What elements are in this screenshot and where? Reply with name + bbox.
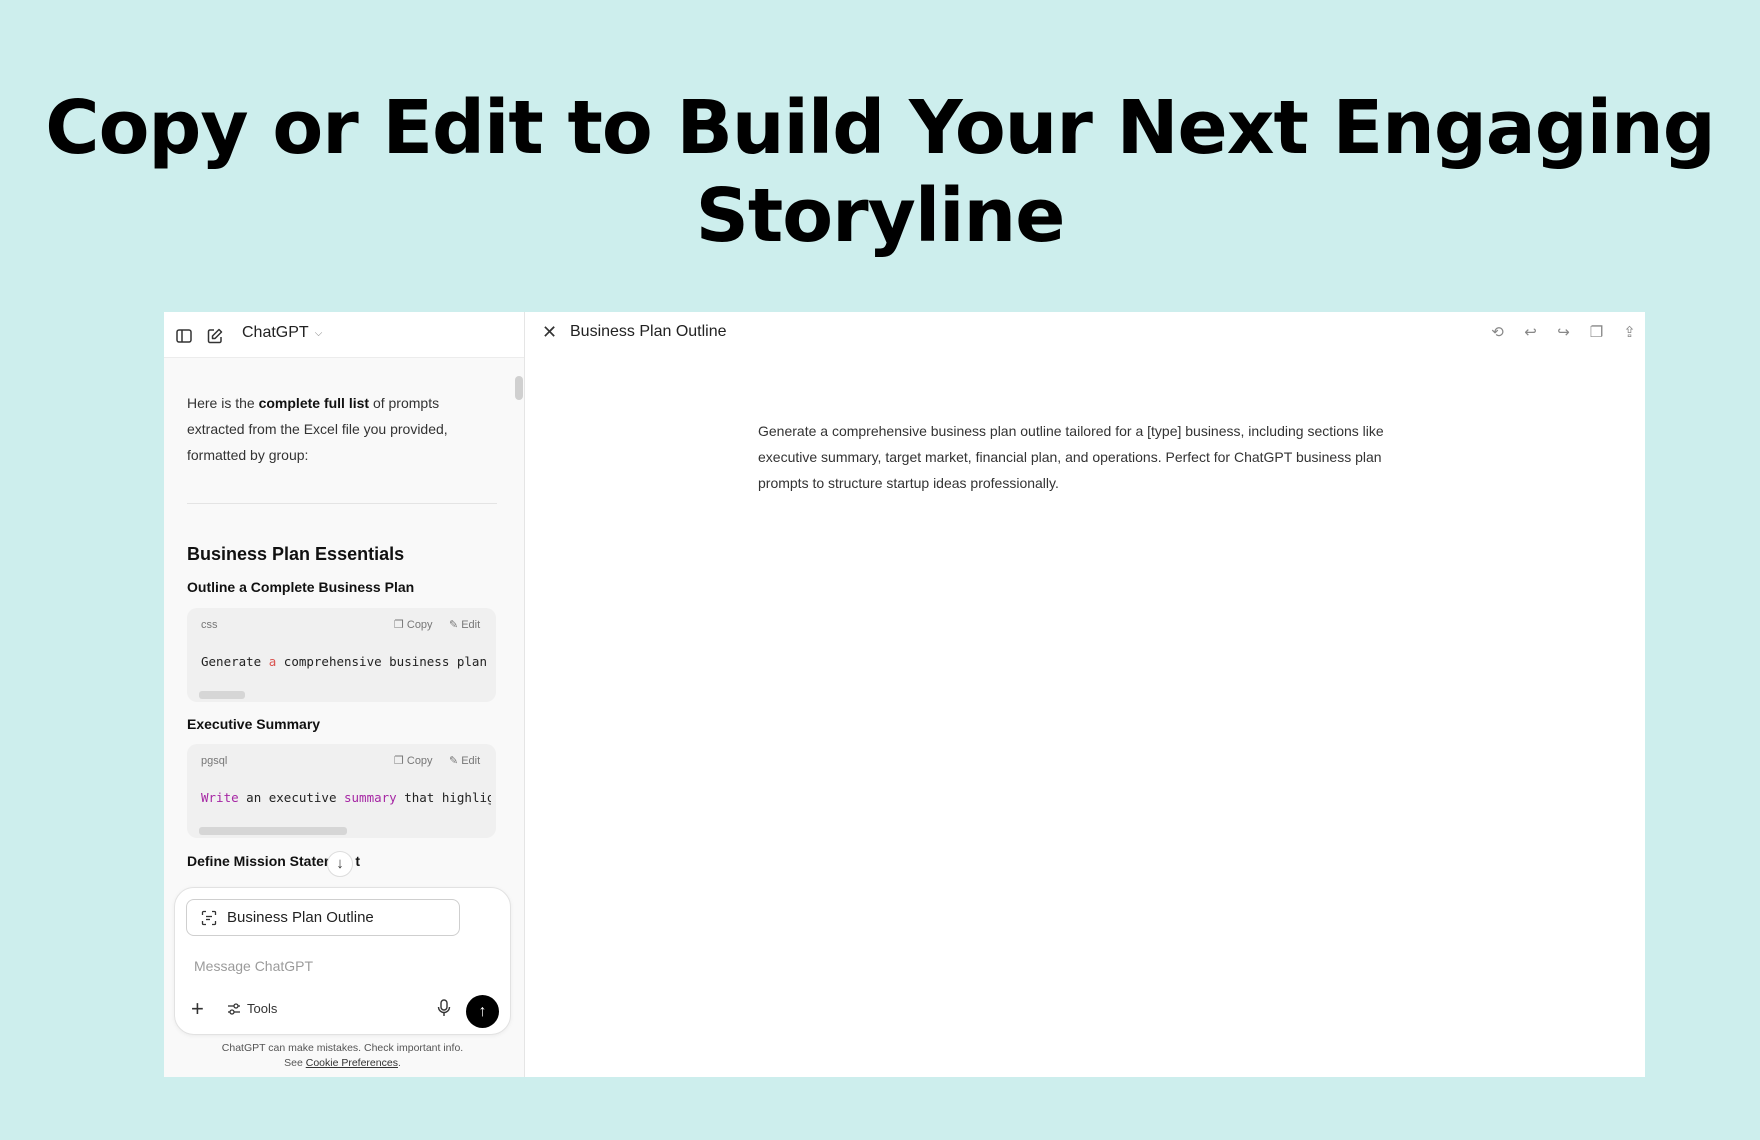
add-attachment-icon[interactable]: +	[191, 998, 204, 1020]
chatgpt-window: ChatGPT ⌵ Here is the complete full list…	[164, 312, 1645, 1077]
tools-label: Tools	[247, 1001, 278, 1016]
scrollbar-thumb[interactable]	[515, 376, 523, 400]
cookie-preferences-link[interactable]: Cookie Preferences	[306, 1057, 398, 1069]
sidebar-header: ChatGPT ⌵	[164, 312, 524, 358]
arrow-down-icon: ↓	[336, 855, 344, 872]
code-token: comprehensive business plan	[276, 654, 487, 669]
copy-icon: ❐	[394, 619, 404, 631]
assistant-intro: Here is the complete full list of prompt…	[187, 390, 497, 468]
code-line: Generate a comprehensive business plan	[201, 654, 491, 669]
arrow-up-icon: ↑	[478, 1003, 487, 1020]
canvas-focus-icon	[201, 910, 217, 925]
sliders-icon	[228, 1002, 240, 1015]
copy-label: Copy	[406, 754, 433, 767]
scrollbar-track[interactable]	[514, 362, 524, 922]
model-name: ChatGPT	[242, 324, 309, 341]
history-icon[interactable]: ⟲	[1488, 323, 1507, 342]
copy-icon: ❐	[394, 755, 404, 767]
intro-bold-text: complete full list	[258, 395, 370, 411]
code-token: summary	[344, 790, 397, 805]
code-token: Write	[201, 790, 239, 805]
code-line: Write an executive summary that highlig	[201, 790, 491, 805]
pencil-icon: ✎	[449, 755, 459, 767]
edit-button[interactable]: ✎ Edit	[449, 618, 481, 632]
code-block: pgsql ❐ Copy ✎ Edit Write an executive sum…	[187, 744, 496, 838]
canvas-document[interactable]: Generate a comprehensive business plan o…	[758, 418, 1418, 496]
copy-icon[interactable]: ❐	[1587, 323, 1606, 342]
close-icon[interactable]: ✕	[542, 322, 557, 343]
disclaimer-text: ChatGPT can make mistakes. Check importa…	[221, 1042, 464, 1054]
edit-button[interactable]: ✎ Edit	[449, 754, 481, 768]
prompt-title: Outline a Complete Business Plan	[187, 579, 415, 595]
code-scrollbar[interactable]	[199, 827, 347, 835]
page-headline: Copy or Edit to Build Your Next Engaging…	[45, 85, 1715, 259]
code-block: css ❐ Copy ✎ Edit Generate a comprehensive…	[187, 608, 496, 702]
tools-button[interactable]: Tools	[227, 1001, 277, 1016]
chat-sidebar: ChatGPT ⌵ Here is the complete full list…	[164, 312, 525, 1077]
copy-button[interactable]: ❐ Copy	[394, 618, 433, 632]
model-selector[interactable]: ChatGPT ⌵	[242, 324, 322, 342]
share-icon[interactable]: ⇪	[1620, 323, 1639, 342]
canvas-toolbar: ⟲ ↩ ↪ ❐ ⇪	[1488, 323, 1639, 342]
new-chat-icon[interactable]	[206, 327, 224, 345]
copy-label: Copy	[406, 618, 433, 631]
code-token: that highlig	[396, 790, 491, 805]
message-input[interactable]: Message ChatGPT	[194, 958, 313, 974]
code-token: Generate	[201, 654, 269, 669]
send-button[interactable]: ↑	[466, 995, 499, 1028]
code-language: pgsql	[201, 755, 228, 767]
canvas-header: ✕ Business Plan Outline ⟲ ↩ ↪ ❐ ⇪	[525, 312, 1645, 354]
code-token: an executive	[238, 790, 344, 805]
message-composer: Business Plan Outline Message ChatGPT + …	[174, 887, 511, 1035]
pencil-icon: ✎	[449, 619, 459, 631]
truncated-heading-end: t	[355, 853, 361, 869]
canvas-title: Business Plan Outline	[570, 323, 727, 340]
divider	[187, 503, 497, 504]
chevron-down-icon: ⌵	[314, 327, 323, 339]
copy-button[interactable]: ❐ Copy	[394, 754, 433, 768]
code-scrollbar[interactable]	[199, 691, 245, 699]
microphone-icon[interactable]	[436, 998, 452, 1018]
section-heading: Business Plan Essentials	[187, 544, 405, 564]
disclaimer: ChatGPT can make mistakes. Check importa…	[164, 1041, 521, 1071]
canvas-chip[interactable]: Business Plan Outline	[186, 899, 460, 936]
chip-label: Business Plan Outline	[227, 909, 374, 926]
sidebar-toggle-icon[interactable]	[175, 327, 193, 345]
truncated-heading-start: Define Mission Stater	[187, 853, 330, 869]
redo-icon[interactable]: ↪	[1554, 323, 1573, 342]
edit-label: Edit	[461, 618, 481, 631]
disclaimer-see: See	[284, 1057, 306, 1069]
code-language: css	[201, 619, 218, 631]
intro-text: Here is the	[187, 395, 259, 411]
prompt-title: Executive Summary	[187, 716, 321, 732]
disclaimer-end: .	[397, 1057, 401, 1069]
edit-label: Edit	[461, 754, 481, 767]
scroll-to-bottom-button[interactable]: ↓	[327, 851, 353, 877]
undo-icon[interactable]: ↩	[1521, 323, 1540, 342]
